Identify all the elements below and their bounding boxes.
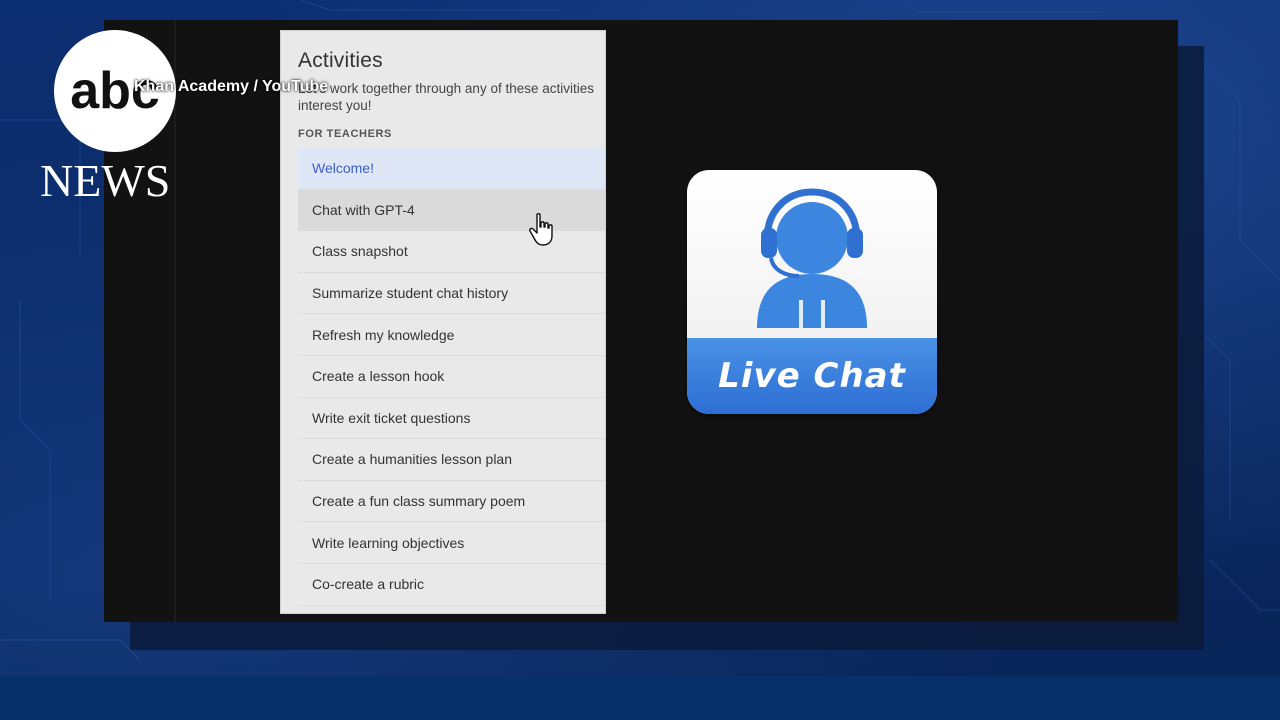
- video-credit: Khan Academy / YouTube: [134, 78, 329, 95]
- activity-item-welcome[interactable]: Welcome!: [298, 148, 605, 190]
- news-wordmark: NEWS: [40, 155, 171, 206]
- activity-item-humanities-plan[interactable]: Create a humanities lesson plan: [298, 439, 605, 481]
- activity-item-learning-objectives[interactable]: Write learning objectives: [298, 522, 605, 564]
- activity-item-summarize-chat-history[interactable]: Summarize student chat history: [298, 273, 605, 315]
- activity-item-lesson-hook[interactable]: Create a lesson hook: [298, 356, 605, 398]
- activity-item-refresh-knowledge[interactable]: Refresh my knowledge: [298, 314, 605, 356]
- activity-item-exit-ticket[interactable]: Write exit ticket questions: [298, 398, 605, 440]
- activities-panel: Activities Let's work together through a…: [280, 30, 606, 614]
- activity-item-chat-gpt4[interactable]: Chat with GPT-4: [298, 189, 605, 232]
- activity-item-rubric[interactable]: Co-create a rubric: [298, 564, 605, 606]
- section-label-teachers: FOR TEACHERS: [298, 128, 392, 140]
- support-agent-headset-icon: [757, 188, 867, 328]
- live-chat-label-band: Live Chat: [687, 338, 937, 414]
- panel-title: Activities: [298, 49, 383, 72]
- live-chat-label: Live Chat: [718, 356, 906, 396]
- live-chat-icon: Live Chat: [687, 170, 937, 414]
- video-frame: Activities Let's work together through a…: [104, 20, 1178, 622]
- panel-intro: Let's work together through any of these…: [298, 81, 594, 113]
- activity-list: Welcome! Chat with GPT-4 Class snapshot …: [298, 148, 605, 606]
- activity-item-summary-poem[interactable]: Create a fun class summary poem: [298, 481, 605, 523]
- bottom-band: [0, 676, 1280, 720]
- hand-pointer-icon: [529, 213, 553, 246]
- activity-item-class-snapshot[interactable]: Class snapshot: [298, 231, 605, 273]
